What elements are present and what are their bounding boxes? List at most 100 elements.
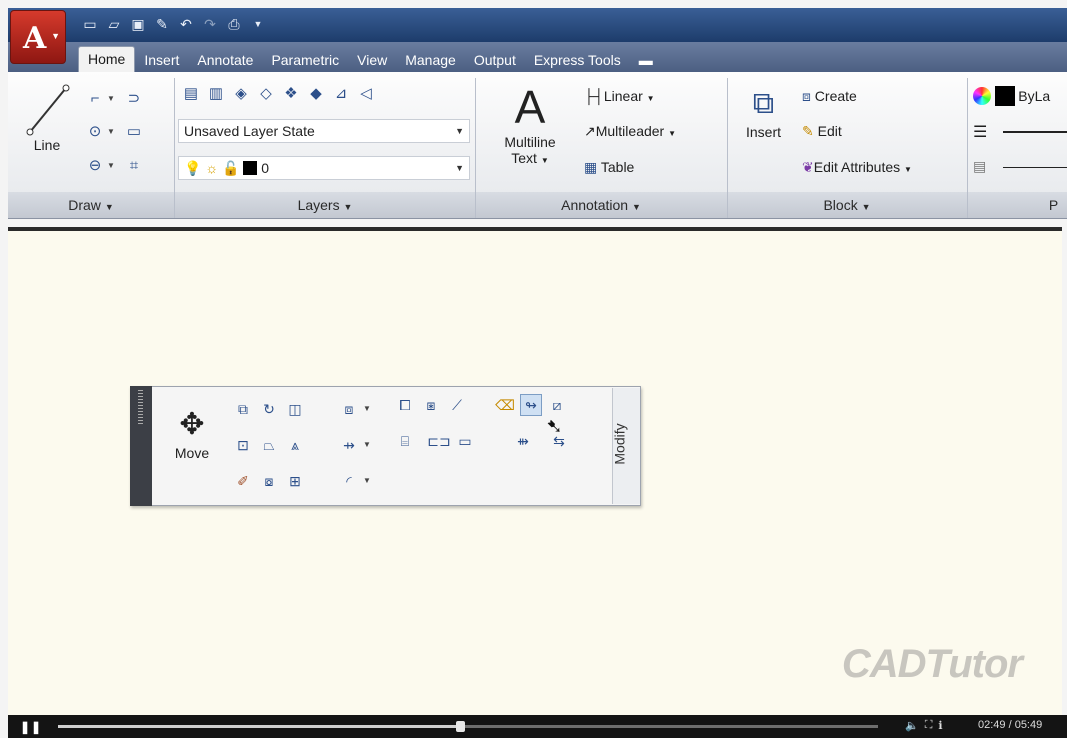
ellipse-icon[interactable]: ⊖: [84, 154, 106, 176]
tab-insert[interactable]: Insert: [135, 48, 188, 72]
layer-state-dropdown[interactable]: Unsaved Layer State ▼: [178, 119, 470, 143]
tab-parametric[interactable]: Parametric: [262, 48, 348, 72]
mirror-icon[interactable]: ⩓: [284, 434, 306, 456]
redo-icon[interactable]: ↷: [200, 14, 220, 34]
lineweight-control[interactable]: ☰: [973, 122, 1067, 142]
line-icon: [26, 84, 70, 136]
tab-annotate[interactable]: Annotate: [188, 48, 262, 72]
layer-tools-row: ▤ ▥ ◈ ◇ ❖ ◆ ⊿ ◁: [180, 82, 377, 104]
chevron-down-icon[interactable]: ▼: [363, 440, 371, 449]
offset-icon[interactable]: ⧇: [258, 470, 280, 492]
rotate-icon[interactable]: ↻: [258, 398, 280, 420]
edit-hatch-icon[interactable]: ⧄: [546, 394, 568, 416]
scale-icon[interactable]: ⊡: [232, 434, 254, 456]
chevron-down-icon[interactable]: ▼: [363, 404, 371, 413]
create-block-button[interactable]: ⧈ Create: [802, 88, 857, 105]
break-at-point-icon[interactable]: ▭: [454, 430, 476, 452]
pause-icon[interactable]: ❚❚: [20, 720, 42, 734]
panel-toggle-icon[interactable]: ▬: [630, 48, 662, 72]
layer-states-icon[interactable]: ▥: [205, 82, 227, 104]
tab-output[interactable]: Output: [465, 48, 525, 72]
chevron-down-icon[interactable]: ▼: [107, 127, 115, 136]
layer-properties-icon[interactable]: ▤: [180, 82, 202, 104]
layer-dropdown[interactable]: 💡 ☼ 🔓 0 ▼: [178, 156, 470, 180]
hatch-icon[interactable]: ⌗: [123, 154, 145, 176]
layer-previous-icon[interactable]: ◁: [355, 82, 377, 104]
stretch-icon[interactable]: ⏢: [258, 434, 280, 456]
ribbon-tabs: Home Insert Annotate Parametric View Man…: [78, 46, 662, 72]
video-time: 02:49 / 05:49: [978, 719, 1043, 731]
insert-block-button[interactable]: ⧉ Insert: [736, 84, 791, 140]
linetype-control[interactable]: ▤: [973, 158, 1067, 178]
circle-icon[interactable]: ⊙: [84, 120, 106, 142]
plot-icon[interactable]: ⎙: [224, 14, 244, 34]
table-button[interactable]: ▦ Table: [584, 159, 634, 176]
polyline-icon[interactable]: ⌐: [84, 87, 106, 109]
application-menu-button[interactable]: A ▼: [10, 10, 66, 64]
open-icon[interactable]: ▱: [104, 14, 124, 34]
table-icon: ▦: [584, 159, 598, 175]
line-button[interactable]: Line: [22, 82, 72, 177]
tab-express-tools[interactable]: Express Tools: [525, 48, 630, 72]
edit-block-icon: ✎: [802, 123, 814, 139]
array-icon[interactable]: ⧈: [338, 398, 360, 420]
lineweight-icon: ☰: [973, 124, 988, 141]
chevron-down-icon[interactable]: ▼: [107, 161, 115, 170]
layer-isolate-icon[interactable]: ◈: [230, 82, 252, 104]
tab-view[interactable]: View: [348, 48, 396, 72]
move-button[interactable]: ✥ Move: [162, 405, 222, 461]
insert-block-icon: ⧉: [752, 87, 775, 120]
multileader-icon: ↗: [584, 123, 596, 139]
layer-off-icon[interactable]: ◆: [305, 82, 327, 104]
layer-match-icon[interactable]: ⊿: [330, 82, 352, 104]
linear-dimension-button[interactable]: ├┤Linear ▼: [584, 88, 655, 104]
panel-title-layers[interactable]: Layers ▼: [175, 192, 475, 218]
bring-to-front-icon[interactable]: ⧆: [420, 394, 442, 416]
multiline-text-button[interactable]: A Multiline Text ▼: [490, 80, 570, 185]
panel-title-draw[interactable]: Draw ▼: [8, 192, 174, 218]
explode-icon[interactable]: ⌸: [394, 430, 416, 452]
chevron-down-icon: ▼: [51, 31, 60, 41]
move-icon: ✥: [179, 408, 205, 441]
arc-icon[interactable]: ⊃: [123, 87, 145, 109]
save-as-icon[interactable]: ✎: [152, 14, 172, 34]
join-icon[interactable]: ⇻: [512, 430, 534, 452]
copy-icon[interactable]: ⧉: [232, 398, 254, 420]
layer-unisolate-icon[interactable]: ◇: [255, 82, 277, 104]
multileader-button[interactable]: ↗Multileader ▼: [584, 123, 676, 140]
chevron-down-icon[interactable]: ▼: [107, 94, 115, 103]
edit-attributes-button[interactable]: ❦Edit Attributes ▼: [802, 159, 912, 176]
erase-brush-icon[interactable]: ✐: [232, 470, 254, 492]
tab-manage[interactable]: Manage: [396, 48, 465, 72]
edit-block-button[interactable]: ✎ Edit: [802, 123, 842, 140]
info-icon[interactable]: ℹ: [938, 719, 942, 732]
break-icon[interactable]: ⊏⊐: [427, 430, 450, 452]
rectangular-array-icon[interactable]: ⊞: [284, 470, 306, 492]
tab-home[interactable]: Home: [78, 46, 136, 72]
edit-polyline-icon[interactable]: ↬: [520, 394, 542, 416]
customize-qat-icon[interactable]: ▼: [248, 14, 268, 34]
chevron-down-icon[interactable]: ▼: [363, 476, 371, 485]
save-icon[interactable]: ▣: [128, 14, 148, 34]
volume-icon[interactable]: 🔈: [905, 719, 919, 732]
panel-title-block[interactable]: Block ▼: [727, 192, 967, 218]
erase-icon[interactable]: ⌫: [494, 394, 516, 416]
panel-title-properties[interactable]: P: [1040, 192, 1067, 218]
fillet-icon[interactable]: ◜: [338, 470, 360, 492]
video-progress-handle[interactable]: [455, 721, 465, 732]
layer-freeze-icon[interactable]: ❖: [280, 82, 302, 104]
extend-icon[interactable]: ⇸: [338, 434, 360, 456]
rectangle-icon[interactable]: ▭: [123, 120, 145, 142]
lock-icon: 🔓: [222, 160, 240, 176]
fullscreen-icon[interactable]: ⛶: [925, 719, 933, 732]
color-control[interactable]: ByLa: [973, 86, 1067, 106]
sun-icon: ☼: [205, 160, 219, 176]
modify-panel-title: Modify: [612, 388, 640, 504]
draworder-icon[interactable]: ⧠: [394, 394, 416, 416]
undo-icon[interactable]: ↶: [176, 14, 196, 34]
panel-drag-handle[interactable]: [130, 386, 152, 506]
new-icon[interactable]: ▭: [80, 14, 100, 34]
trim-icon[interactable]: ◫: [284, 398, 306, 420]
panel-title-annotation[interactable]: Annotation ▼: [475, 192, 727, 218]
lengthen-icon[interactable]: ⟋: [446, 394, 468, 416]
